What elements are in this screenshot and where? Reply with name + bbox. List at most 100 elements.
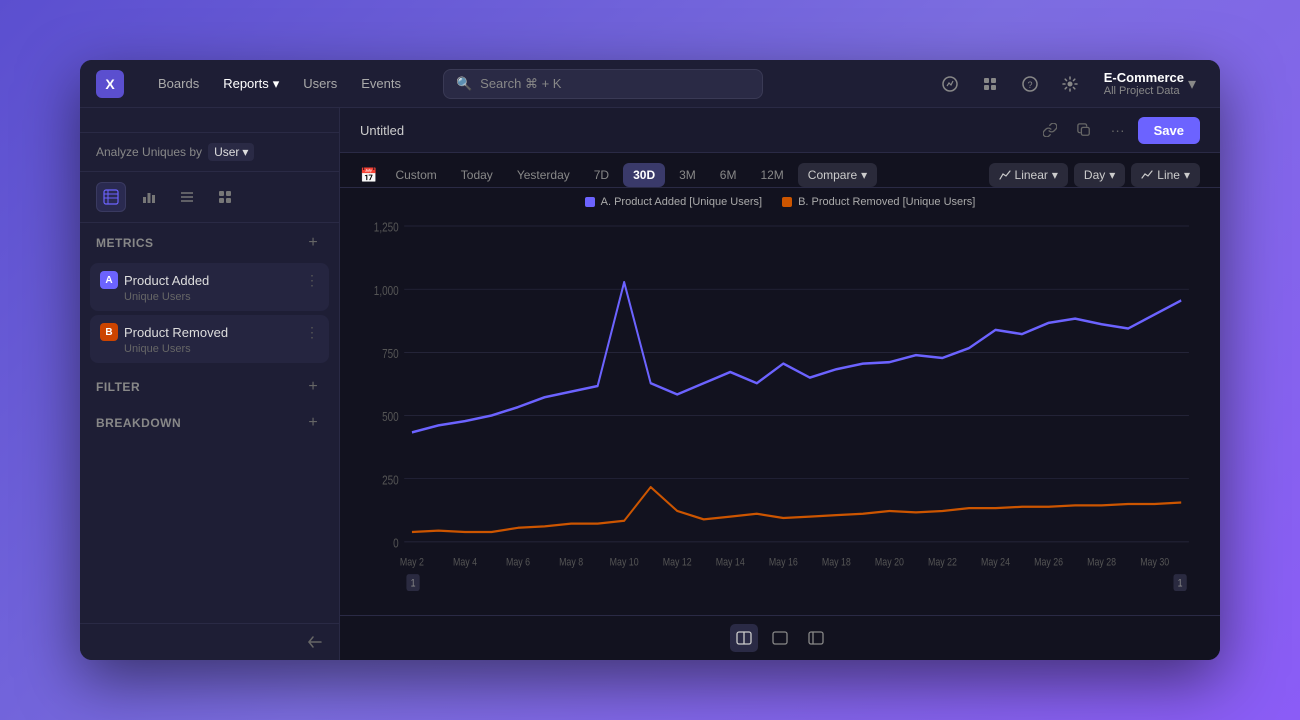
legend-item-b: B. Product Removed [Unique Users] bbox=[782, 196, 975, 208]
linear-selector[interactable]: Linear ▾ bbox=[989, 163, 1068, 187]
chart-controls: 📅 Custom Today Yesterday 7D 30D 3M 6M 12… bbox=[340, 153, 1220, 188]
nav-events[interactable]: Events bbox=[351, 72, 411, 95]
svg-text:1,250: 1,250 bbox=[374, 222, 399, 235]
add-filter-button[interactable]: + bbox=[303, 377, 323, 397]
chart-type-bar[interactable] bbox=[134, 182, 164, 212]
content-area: Analyze Uniques by User ▾ bbox=[80, 108, 1220, 660]
analyze-by-selector[interactable]: User ▾ bbox=[208, 143, 254, 161]
metric-b-sub: Unique Users bbox=[100, 343, 319, 355]
chart-type-grid[interactable] bbox=[210, 182, 240, 212]
chart-type-icons bbox=[80, 172, 339, 223]
app-logo[interactable]: X bbox=[96, 70, 124, 98]
time-custom[interactable]: Custom bbox=[385, 163, 446, 187]
project-name: E-Commerce bbox=[1104, 70, 1184, 85]
add-breakdown-button[interactable]: + bbox=[303, 413, 323, 433]
metrics-label: Metrics bbox=[96, 236, 154, 250]
top-bar: Untitled ··· Sa bbox=[340, 108, 1220, 153]
layout-sidebar-button[interactable] bbox=[802, 624, 830, 652]
metric-a-header: A Product Added ⋮ bbox=[100, 271, 319, 289]
svg-text:?: ? bbox=[1027, 80, 1032, 90]
compare-chevron-icon: ▾ bbox=[861, 168, 867, 182]
nav-links: Boards Reports ▾ Users Events bbox=[148, 72, 411, 96]
svg-text:May 6: May 6 bbox=[506, 557, 530, 569]
sidebar-title-bar bbox=[80, 108, 339, 133]
help-icon-btn[interactable]: ? bbox=[1016, 70, 1044, 98]
nav-reports[interactable]: Reports ▾ bbox=[213, 72, 289, 96]
apps-icon-btn[interactable] bbox=[976, 70, 1004, 98]
search-placeholder: Search ⌘ + K bbox=[480, 76, 561, 92]
linear-chevron-icon: ▾ bbox=[1052, 168, 1058, 182]
svg-text:May 10: May 10 bbox=[610, 557, 639, 569]
search-box[interactable]: 🔍 Search ⌘ + K bbox=[443, 69, 763, 99]
calendar-icon: 📅 bbox=[360, 167, 377, 184]
time-today[interactable]: Today bbox=[451, 163, 503, 187]
reports-chevron-icon: ▾ bbox=[273, 76, 280, 92]
page-title: Untitled bbox=[360, 123, 404, 138]
compare-button[interactable]: Compare ▾ bbox=[798, 163, 877, 187]
time-12m[interactable]: 12M bbox=[750, 163, 793, 187]
metric-a-more-icon[interactable]: ⋮ bbox=[305, 272, 319, 289]
line-selector[interactable]: Line ▾ bbox=[1131, 163, 1200, 187]
search-container: 🔍 Search ⌘ + K bbox=[443, 69, 763, 99]
analyze-row: Analyze Uniques by User ▾ bbox=[80, 133, 339, 172]
metric-item-a[interactable]: A Product Added ⋮ Unique Users bbox=[90, 263, 329, 311]
layout-split-button[interactable] bbox=[730, 624, 758, 652]
main-area: Untitled ··· Sa bbox=[340, 108, 1220, 660]
day-selector[interactable]: Day ▾ bbox=[1074, 163, 1125, 187]
layout-single-button[interactable] bbox=[766, 624, 794, 652]
chart-area: 1,250 1,000 750 500 250 0 May 2 May 4 bbox=[340, 212, 1220, 615]
link-action-button[interactable] bbox=[1036, 116, 1064, 144]
svg-text:May 4: May 4 bbox=[453, 557, 477, 569]
svg-text:250: 250 bbox=[382, 474, 399, 487]
analyze-chevron-icon: ▾ bbox=[242, 145, 248, 159]
metric-b-name: Product Removed bbox=[124, 325, 228, 340]
nav-right: ? E-Commerce All Project Data ▾ bbox=[936, 66, 1204, 101]
svg-text:May 24: May 24 bbox=[981, 557, 1010, 569]
analytics-icon-btn[interactable] bbox=[936, 70, 964, 98]
svg-text:May 16: May 16 bbox=[769, 557, 798, 569]
more-action-button[interactable]: ··· bbox=[1104, 116, 1132, 144]
nav-bar: X Boards Reports ▾ Users Events 🔍 Search… bbox=[80, 60, 1220, 108]
project-chevron-icon: ▾ bbox=[1188, 74, 1196, 94]
svg-text:750: 750 bbox=[382, 348, 399, 361]
nav-users[interactable]: Users bbox=[293, 72, 347, 95]
app-window: X Boards Reports ▾ Users Events 🔍 Search… bbox=[80, 60, 1220, 660]
nav-boards[interactable]: Boards bbox=[148, 72, 209, 95]
time-30d[interactable]: 30D bbox=[623, 163, 665, 187]
chart-type-list[interactable] bbox=[172, 182, 202, 212]
filter-label: Filter bbox=[96, 380, 140, 394]
orange-series-line bbox=[412, 487, 1181, 532]
chart-type-table[interactable] bbox=[96, 182, 126, 212]
search-icon: 🔍 bbox=[456, 76, 472, 92]
blue-series-line bbox=[412, 282, 1181, 432]
settings-icon-btn[interactable] bbox=[1056, 70, 1084, 98]
project-sub: All Project Data bbox=[1104, 85, 1184, 97]
legend-item-a: A. Product Added [Unique Users] bbox=[585, 196, 762, 208]
time-3m[interactable]: 3M bbox=[669, 163, 706, 187]
add-metric-button[interactable]: + bbox=[303, 233, 323, 253]
time-7d[interactable]: 7D bbox=[584, 163, 619, 187]
svg-text:1: 1 bbox=[411, 578, 416, 590]
svg-text:500: 500 bbox=[382, 411, 399, 424]
metric-b-more-icon[interactable]: ⋮ bbox=[305, 324, 319, 341]
svg-text:May 22: May 22 bbox=[928, 557, 957, 569]
svg-text:May 12: May 12 bbox=[663, 557, 692, 569]
svg-text:May 28: May 28 bbox=[1087, 557, 1116, 569]
filter-header: Filter + bbox=[80, 367, 339, 403]
sidebar: Analyze Uniques by User ▾ bbox=[80, 108, 340, 660]
project-selector[interactable]: E-Commerce All Project Data ▾ bbox=[1096, 66, 1204, 101]
bottom-bar bbox=[340, 615, 1220, 660]
metric-item-b[interactable]: B Product Removed ⋮ Unique Users bbox=[90, 315, 329, 363]
sidebar-footer bbox=[80, 623, 339, 660]
time-yesterday[interactable]: Yesterday bbox=[507, 163, 580, 187]
breakdown-label: Breakdown bbox=[96, 416, 181, 430]
copy-action-button[interactable] bbox=[1070, 116, 1098, 144]
chart-svg: 1,250 1,000 750 500 250 0 May 2 May 4 bbox=[360, 212, 1200, 605]
save-button[interactable]: Save bbox=[1138, 117, 1200, 144]
legend-label-a: A. Product Added [Unique Users] bbox=[601, 196, 762, 208]
line-chevron-icon: ▾ bbox=[1184, 168, 1190, 182]
svg-text:May 8: May 8 bbox=[559, 557, 583, 569]
collapse-sidebar-button[interactable] bbox=[307, 634, 323, 650]
time-6m[interactable]: 6M bbox=[710, 163, 747, 187]
time-controls: 📅 Custom Today Yesterday 7D 30D 3M 6M 12… bbox=[360, 163, 983, 187]
